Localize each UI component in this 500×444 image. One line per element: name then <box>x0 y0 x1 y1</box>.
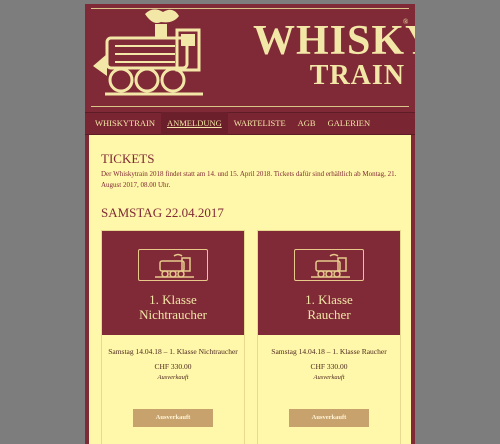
ticket-class-line1: 1. Klasse <box>305 292 353 307</box>
ticket-class-line2: Raucher <box>307 307 351 322</box>
ticket-card-header: 1. Klasse Nichtraucher <box>102 231 244 335</box>
locomotive-icon <box>311 253 350 278</box>
locomotive-icon <box>155 253 194 278</box>
ticket-price: CHF 330.00 <box>310 362 348 371</box>
registered-mark: ® <box>403 18 409 26</box>
ticket-description: Samstag 14.04.18 – 1. Klasse Nichtrauche… <box>108 347 238 356</box>
sold-out-button[interactable]: Ausverkauft <box>133 409 213 427</box>
ticket-class-line2: Nichtraucher <box>139 307 207 322</box>
ticket-class: 1. Klasse Raucher <box>258 292 400 322</box>
site-header: WHISKY ® TRAIN <box>85 4 415 111</box>
ticket-description: Samstag 14.04.18 – 1. Klasse Raucher <box>271 347 387 356</box>
ticket-badge <box>138 249 208 281</box>
day-heading: SAMSTAG 22.04.2017 <box>101 205 224 220</box>
page-title: TICKETS <box>101 151 155 166</box>
ticket-card: 1. Klasse Nichtraucher Samstag 14.04.18 … <box>101 230 245 444</box>
brand-title: WHISKY <box>253 18 415 64</box>
main-content: TICKETS Der Whiskytrain 2018 findet stat… <box>89 135 411 444</box>
nav-item-whiskytrain[interactable]: WHISKYTRAIN <box>89 112 161 135</box>
brand-subtitle: TRAIN <box>309 60 405 91</box>
ticket-status: Ausverkauft <box>157 374 189 381</box>
ticket-class: 1. Klasse Nichtraucher <box>102 292 244 322</box>
ticket-card: 1. Klasse Raucher Samstag 14.04.18 – 1. … <box>257 230 401 444</box>
ticket-status: Ausverkauft <box>313 374 345 381</box>
ticket-price: CHF 330.00 <box>154 362 192 371</box>
nav-item-galerien[interactable]: GALERIEN <box>322 112 377 135</box>
ticket-class-line1: 1. Klasse <box>149 292 197 307</box>
nav-item-anmeldung[interactable]: ANMELDUNG <box>160 112 228 135</box>
locomotive-logo-icon[interactable] <box>85 6 205 106</box>
main-nav: WHISKYTRAIN ANMELDUNG WARTELISTE AGB GAL… <box>85 112 415 135</box>
ticket-badge <box>294 249 364 281</box>
ticket-card-header: 1. Klasse Raucher <box>258 231 400 335</box>
nav-item-agb[interactable]: AGB <box>292 112 322 135</box>
sold-out-button[interactable]: Ausverkauft <box>289 409 369 427</box>
site-container: WHISKY ® TRAIN WHISKYTRAIN ANMELDUNG WAR… <box>85 4 415 444</box>
nav-item-warteliste[interactable]: WARTELISTE <box>228 112 292 135</box>
intro-text: Der Whiskytrain 2018 findet statt am 14.… <box>101 170 397 189</box>
